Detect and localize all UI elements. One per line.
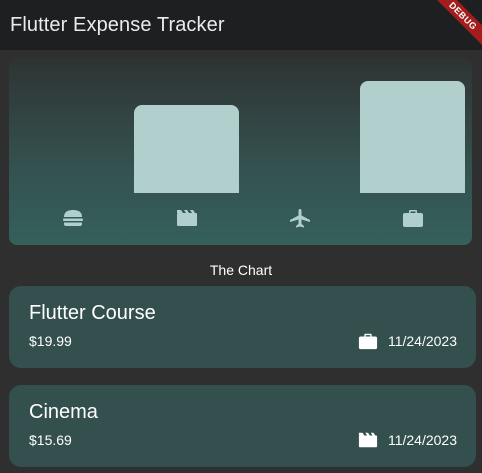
expense-date: 11/24/2023 — [387, 432, 457, 448]
expense-amount: $19.99 — [29, 333, 72, 349]
expense-meta: 11/24/2023 — [358, 430, 457, 450]
expense-item[interactable]: Cinema $15.69 11/24/2023 — [9, 385, 476, 467]
chart-bar-work — [360, 81, 465, 193]
expense-amount: $15.69 — [29, 432, 72, 448]
expense-date: 11/24/2023 — [387, 333, 457, 349]
expense-meta: 11/24/2023 — [358, 331, 457, 351]
expense-chart — [9, 58, 472, 245]
leisure-icon — [358, 430, 378, 450]
app-bar: Flutter Expense Tracker DEBUG — [0, 0, 482, 50]
travel-icon — [288, 208, 312, 228]
expense-item[interactable]: Flutter Course $19.99 11/24/2023 — [9, 286, 476, 368]
app-title: Flutter Expense Tracker — [10, 13, 225, 36]
expense-title: Cinema — [29, 401, 98, 423]
chart-bar-leisure — [134, 104, 239, 193]
work-icon — [401, 208, 425, 228]
work-icon — [358, 331, 378, 351]
debug-banner: DEBUG — [426, 0, 482, 50]
chart-caption: The Chart — [209, 262, 273, 278]
leisure-icon — [175, 208, 199, 228]
expense-title: Flutter Course — [29, 302, 156, 324]
food-icon — [61, 208, 85, 228]
